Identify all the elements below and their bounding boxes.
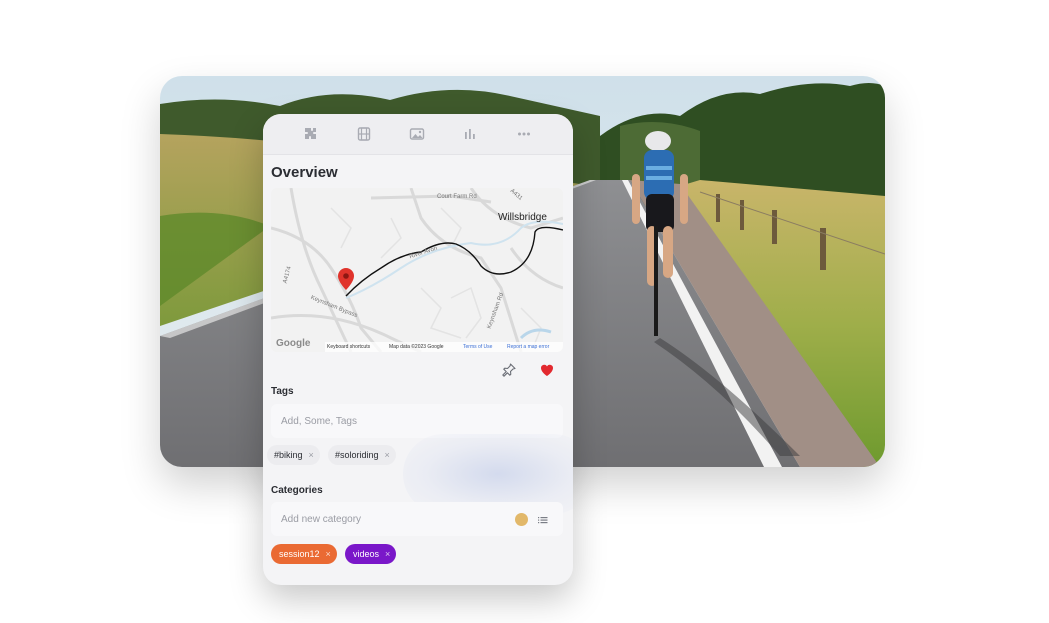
category-chip: session12 ×: [271, 544, 337, 564]
category-color-swatch[interactable]: [515, 513, 528, 526]
puzzle-icon[interactable]: [302, 126, 318, 142]
tags-label: Tags: [271, 386, 294, 397]
route-map[interactable]: Willsbridge Court Farm Rd River Avon A41…: [271, 188, 563, 352]
map-data-text: Map data ©2023 Google: [389, 344, 444, 350]
terms-of-use-link[interactable]: Terms of Use: [463, 344, 492, 350]
remove-category-button[interactable]: ×: [326, 544, 331, 564]
bar-chart-icon[interactable]: [462, 126, 478, 142]
category-chip-label: videos: [353, 549, 380, 559]
tag-chip: #biking ×: [267, 445, 320, 465]
tags-input[interactable]: [271, 404, 501, 438]
tag-chip-label: #soloriding: [335, 450, 379, 460]
remove-category-button[interactable]: ×: [385, 544, 390, 564]
list-icon[interactable]: [537, 513, 549, 525]
remove-tag-button[interactable]: ×: [309, 445, 314, 465]
category-chip: videos ×: [345, 544, 397, 564]
category-chip-label: session12: [279, 549, 320, 559]
tag-chip: #soloriding ×: [328, 445, 396, 465]
map-footer: Keyboard shortcuts Map data ©2023 Google…: [325, 342, 563, 352]
report-map-error-link[interactable]: Report a map error: [507, 344, 549, 350]
pin-icon[interactable]: [501, 362, 517, 378]
heart-icon[interactable]: [539, 362, 555, 378]
tag-chip-label: #biking: [274, 450, 303, 460]
details-panel: Overview Willsbridge Court Farm Rd River…: [263, 114, 573, 585]
map-label-willsbridge: Willsbridge: [498, 212, 547, 223]
category-input-field: [271, 502, 563, 536]
overview-title: Overview: [271, 164, 338, 181]
tags-input-field: [271, 404, 563, 438]
film-icon[interactable]: [356, 126, 372, 142]
more-icon[interactable]: [516, 126, 532, 142]
categories-label: Categories: [271, 485, 323, 496]
panel-toolbar: [263, 114, 573, 155]
remove-tag-button[interactable]: ×: [385, 445, 390, 465]
photo-icon[interactable]: [409, 126, 425, 142]
keyboard-shortcuts-link[interactable]: Keyboard shortcuts: [327, 344, 370, 350]
google-logo: Google: [276, 338, 311, 349]
category-input[interactable]: [271, 502, 501, 536]
map-label-court-farm-rd: Court Farm Rd: [437, 194, 477, 200]
